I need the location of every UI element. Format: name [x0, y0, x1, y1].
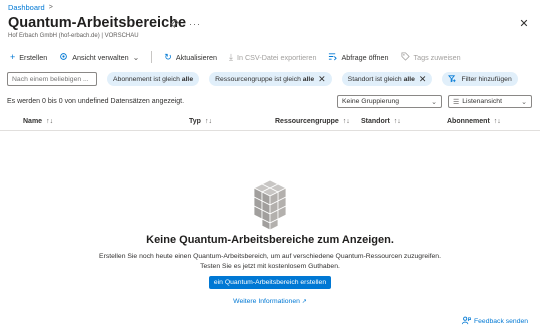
tag-icon: [400, 51, 410, 63]
grouping-value: Keine Gruppierung: [342, 98, 400, 105]
empty-state-description: Erstellen Sie noch heute einen Quantum-A…: [60, 252, 480, 272]
feedback-icon: [462, 316, 471, 327]
page-title: Quantum-Arbeitsbereiche: [8, 15, 187, 31]
close-icon[interactable]: ✕: [518, 18, 530, 30]
refresh-label: Aktualisieren: [175, 52, 217, 62]
external-link-icon: ↗: [301, 299, 307, 305]
chevron-down-icon: ⌄: [521, 98, 527, 106]
feedback-link[interactable]: Feedback senden: [462, 316, 528, 327]
export-csv-label: In CSV-Datei exportieren: [236, 52, 317, 62]
breadcrumb-separator: >: [48, 4, 53, 11]
view-dropdown[interactable]: ☰ Listenansicht ⌄: [448, 95, 532, 108]
sort-icon: ↑↓: [342, 118, 350, 125]
sort-icon: ↑↓: [204, 118, 212, 125]
empty-state-title: Keine Quantum-Arbeitsbereiche zum Anzeig…: [146, 234, 394, 246]
chevron-down-icon: ⌄: [431, 98, 437, 106]
filter-pill-location[interactable]: Standort ist gleich alle ✕: [341, 72, 433, 86]
refresh-icon: ↻: [164, 51, 172, 62]
pin-icon[interactable]: [169, 19, 179, 30]
view-value-wrap: ☰ Listenansicht: [453, 98, 502, 106]
page-subtitle: Hof Erbach GmbH (hof-erbach.de) | VORSCH…: [8, 33, 139, 39]
add-filter-button[interactable]: Filter hinzufügen: [442, 72, 518, 86]
table-header: Name ↑↓ Typ ↑↓ Ressourcengruppe ↑↓ Standort…: [0, 115, 540, 131]
more-icon[interactable]: ···: [189, 19, 201, 30]
more-info-link[interactable]: Weitere Informationen ↗: [0, 298, 540, 305]
sort-icon: ↑↓: [46, 118, 54, 125]
sort-icon: ↑↓: [393, 118, 401, 125]
open-query-button[interactable]: Abfrage öffnen: [328, 52, 389, 63]
view-value: Listenansicht: [462, 98, 502, 105]
column-label: Standort: [361, 118, 390, 125]
filter-pill-label: Abonnement ist gleich alle: [113, 75, 194, 83]
gear-icon: [59, 52, 68, 63]
column-header-location[interactable]: Standort ↑↓: [361, 118, 401, 125]
column-header-subscription[interactable]: Abonnement ↑↓: [447, 118, 501, 125]
remove-filter-icon[interactable]: ✕: [318, 74, 326, 84]
create-workspace-button[interactable]: ein Quantum-Arbeitsbereich erstellen: [209, 276, 331, 289]
search-input[interactable]: [7, 72, 97, 86]
query-icon: [328, 52, 338, 63]
add-filter-label: Filter hinzufügen: [461, 75, 512, 83]
column-label: Abonnement: [447, 118, 490, 125]
command-bar: + Erstellen Ansicht verwalten ⌄ ↻ Aktual…: [0, 50, 540, 64]
column-label: Name: [23, 118, 43, 125]
export-csv-button[interactable]: ⤓ In CSV-Datei exportieren: [228, 51, 317, 62]
chevron-down-icon: ⌄: [132, 52, 140, 62]
create-button[interactable]: + Erstellen: [10, 51, 48, 62]
refresh-button[interactable]: ↻ Aktualisieren: [164, 51, 217, 62]
filter-bar: Abonnement ist gleich alle Ressourcengru…: [7, 72, 518, 86]
column-header-type[interactable]: Typ ↑↓: [189, 118, 212, 125]
breadcrumb: Dashboard >: [8, 3, 53, 12]
list-view-icon: ☰: [453, 98, 460, 106]
quantum-workspace-illustration: [246, 178, 294, 232]
filter-pill-label: Standort ist gleich alle: [347, 75, 415, 83]
plus-icon: +: [10, 51, 16, 62]
filter-pill-label: Ressourcengruppe ist gleich alle: [215, 75, 315, 83]
filter-pill-subscription[interactable]: Abonnement ist gleich alle: [107, 72, 200, 86]
column-header-name[interactable]: Name ↑↓: [23, 118, 53, 125]
feedback-label: Feedback senden: [474, 318, 529, 325]
column-header-resource-group[interactable]: Ressourcengruppe ↑↓: [275, 118, 350, 125]
remove-filter-icon[interactable]: ✕: [419, 74, 427, 84]
toolbar-divider: [151, 51, 153, 63]
open-query-label: Abfrage öffnen: [341, 52, 389, 62]
more-info-label: Weitere Informationen: [233, 298, 300, 305]
manage-view-label: Ansicht verwalten: [72, 52, 129, 62]
grouping-dropdown[interactable]: Keine Gruppierung ⌄: [337, 95, 442, 108]
record-count: Es werden 0 bis 0 von undefined Datensät…: [7, 98, 185, 105]
breadcrumb-dashboard-link[interactable]: Dashboard: [8, 3, 45, 12]
add-filter-icon: [448, 74, 457, 85]
sort-icon: ↑↓: [493, 118, 501, 125]
manage-view-button[interactable]: Ansicht verwalten ⌄: [59, 52, 139, 63]
column-label: Typ: [189, 118, 201, 125]
assign-tags-label: Tags zuweisen: [413, 52, 461, 62]
filter-pill-resource-group[interactable]: Ressourcengruppe ist gleich alle ✕: [209, 72, 332, 86]
create-label: Erstellen: [19, 52, 48, 62]
empty-state-description-line1: Erstellen Sie noch heute einen Quantum-A…: [99, 253, 441, 260]
title-actions: ···: [169, 19, 201, 30]
empty-state-description-line2: Testen Sie es jetzt mit kostenlosem Guth…: [200, 263, 340, 270]
assign-tags-button[interactable]: Tags zuweisen: [400, 51, 461, 63]
download-icon: ⤓: [228, 51, 233, 62]
column-label: Ressourcengruppe: [275, 118, 339, 125]
